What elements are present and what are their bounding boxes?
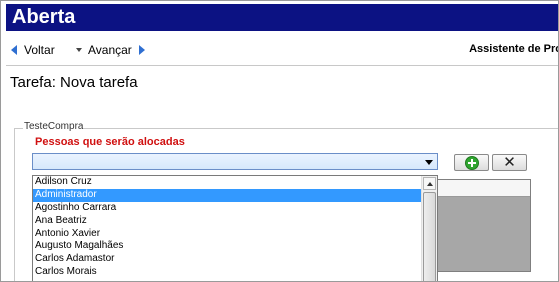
people-combobox[interactable] <box>32 153 438 170</box>
plus-circle-icon <box>464 155 479 170</box>
add-person-button[interactable] <box>454 154 489 171</box>
navigation-bar: Voltar Avançar Assistente de Pro <box>6 35 558 66</box>
dropdown-item[interactable]: Agostinho Carrara <box>33 202 421 215</box>
back-button[interactable]: Voltar <box>11 43 55 57</box>
people-dropdown-list[interactable]: Adilson Cruz Administrador Agostinho Carra… <box>32 175 438 281</box>
scrollbar-thumb[interactable] <box>423 192 436 281</box>
remove-person-button[interactable]: ✕ <box>492 154 527 171</box>
x-icon: ✕ <box>503 153 516 171</box>
dropdown-items: Adilson Cruz Administrador Agostinho Carra… <box>33 176 421 279</box>
people-label: Pessoas que serão alocadas <box>35 136 185 148</box>
dropdown-item[interactable]: Carlos Adamastor <box>33 253 421 266</box>
dropdown-item[interactable]: Administrador <box>33 188 421 202</box>
forward-arrow-icon <box>138 45 145 55</box>
forward-button[interactable]: Avançar <box>76 43 145 57</box>
window-title: Aberta <box>12 6 76 28</box>
chevron-down-icon[interactable] <box>425 160 433 165</box>
dropdown-item[interactable]: Augusto Magalhães <box>33 240 421 253</box>
app-window: Aberta Voltar Avançar Assistente de Pro … <box>0 0 559 282</box>
back-label: Voltar <box>24 43 55 57</box>
forward-label: Avançar <box>88 43 132 57</box>
title-bar: Aberta <box>6 4 558 31</box>
scroll-up-icon[interactable] <box>423 177 436 190</box>
task-title: Tarefa: Nova tarefa <box>10 74 138 91</box>
dropdown-item[interactable]: Ana Beatriz <box>33 215 421 228</box>
dropdown-item[interactable]: Antonio Xavier <box>33 228 421 241</box>
dropdown-item[interactable]: Adilson Cruz <box>33 176 421 189</box>
back-arrow-icon <box>11 45 17 55</box>
group-legend: TesteCompra <box>23 121 85 132</box>
forward-dropdown-icon <box>76 48 82 52</box>
grid-header <box>422 180 530 197</box>
dropdown-scrollbar[interactable] <box>421 176 437 281</box>
assistant-link[interactable]: Assistente de Pro <box>469 43 558 55</box>
dropdown-item[interactable]: Carlos Morais <box>33 266 421 279</box>
